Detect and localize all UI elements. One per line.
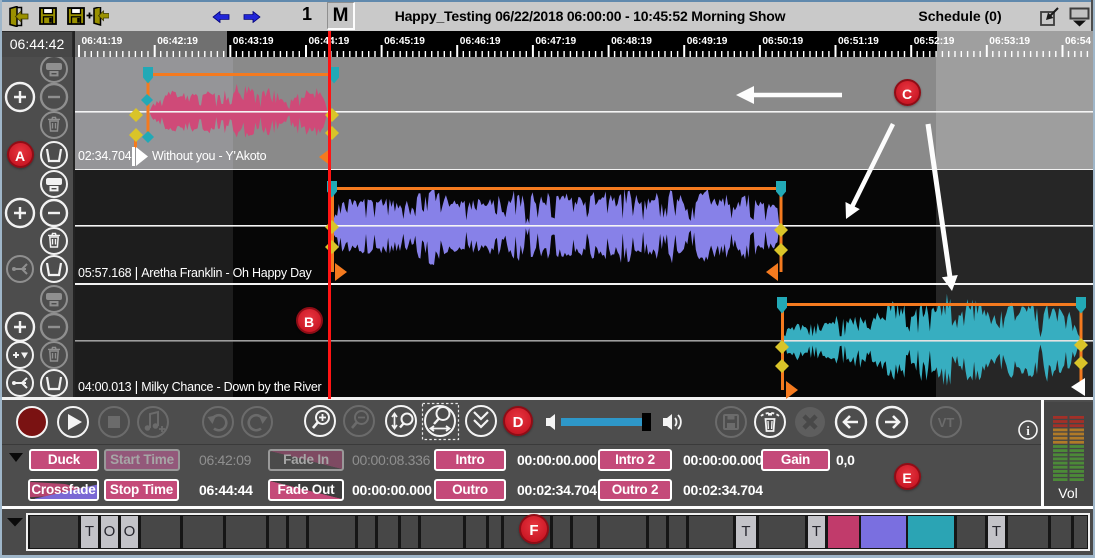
svg-text:i: i: [1026, 423, 1030, 438]
svg-text:Vol: Vol: [1058, 485, 1077, 501]
svg-text:VT: VT: [938, 415, 955, 430]
